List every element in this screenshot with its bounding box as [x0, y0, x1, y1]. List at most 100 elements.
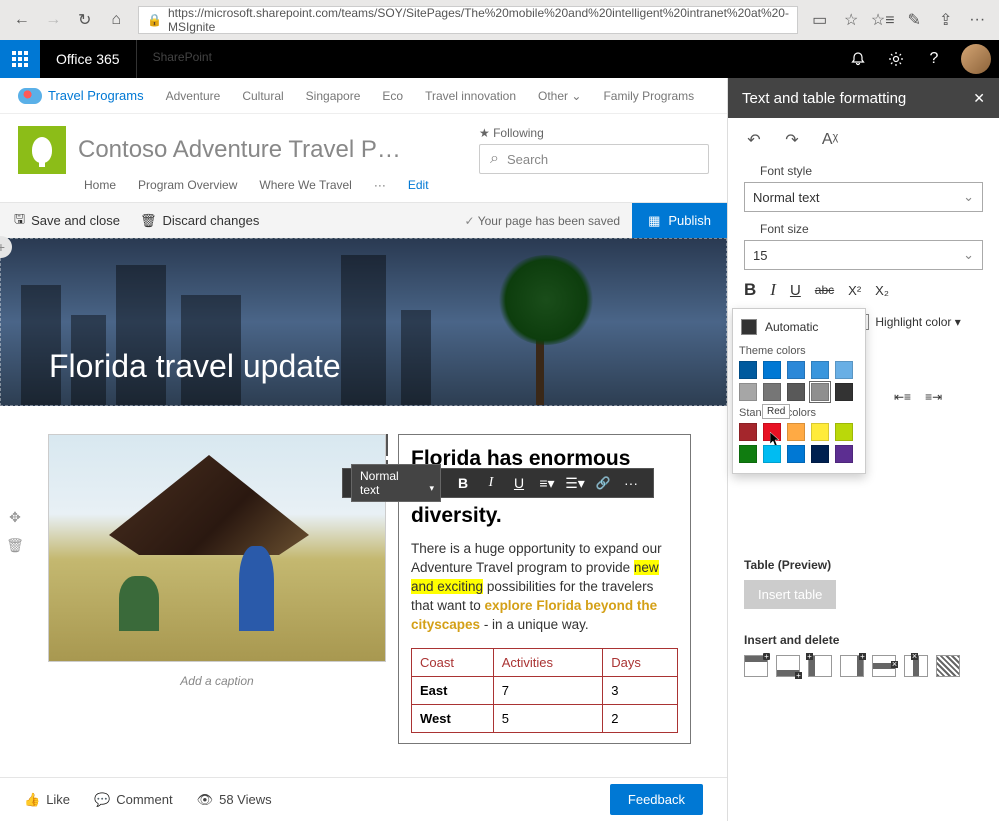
color-swatch[interactable]	[811, 383, 829, 401]
feedback-button[interactable]: Feedback	[610, 784, 703, 815]
favorites-list-icon[interactable]: ☆≡	[869, 6, 897, 34]
app-label[interactable]: SharePoint	[137, 50, 228, 64]
color-swatch[interactable]	[835, 423, 853, 441]
search-input[interactable]: Search	[479, 144, 709, 174]
table-cell[interactable]: 5	[493, 705, 603, 733]
strikethrough-toggle[interactable]: abc	[815, 283, 834, 297]
site-nav-item[interactable]: Where We Travel	[259, 178, 351, 192]
italic-button[interactable]: I	[477, 469, 505, 497]
increase-indent-button[interactable]: ≡⇥	[925, 390, 942, 404]
site-nav-more[interactable]: ···	[374, 178, 386, 192]
discard-changes-button[interactable]: 🗑Discard changes	[140, 213, 259, 229]
table-cell[interactable]: 2	[603, 705, 678, 733]
undo-button[interactable]: ↶	[744, 130, 764, 150]
insert-table-button[interactable]: Insert table	[744, 580, 836, 609]
settings-icon[interactable]	[877, 40, 915, 78]
hub-nav-item[interactable]: Family Programs	[603, 89, 694, 103]
user-avatar[interactable]	[961, 44, 991, 74]
underline-toggle[interactable]: U	[790, 282, 801, 299]
reading-view-icon[interactable]: ▭	[806, 6, 834, 34]
help-icon[interactable]: ?	[915, 40, 953, 78]
notifications-icon[interactable]	[839, 40, 877, 78]
color-swatch[interactable]: Red	[763, 423, 781, 441]
color-swatch[interactable]	[787, 423, 805, 441]
bold-toggle[interactable]: B	[744, 280, 756, 300]
table-cell[interactable]: 7	[493, 677, 603, 705]
automatic-color-option[interactable]: Automatic	[739, 315, 859, 339]
back-button[interactable]: ←	[8, 6, 36, 34]
table-header[interactable]: Days	[603, 649, 678, 677]
image-caption-input[interactable]: Add a caption	[48, 662, 386, 700]
article-table[interactable]: Coast Activities Days East 7 3 West 5 2	[411, 648, 678, 733]
paragraph-style-select[interactable]: Normal text	[351, 464, 441, 502]
color-swatch[interactable]	[811, 445, 829, 463]
hero-banner[interactable]: Florida travel update	[0, 238, 727, 406]
hub-brand[interactable]: Travel Programs	[18, 88, 144, 104]
forward-button[interactable]: →	[40, 6, 68, 34]
hub-nav-item[interactable]: Other ⌄	[538, 89, 581, 103]
home-button[interactable]: ⌂	[103, 6, 131, 34]
delete-row-button[interactable]	[872, 655, 896, 677]
color-swatch[interactable]	[739, 423, 757, 441]
color-swatch[interactable]	[763, 361, 781, 379]
site-logo[interactable]	[18, 126, 66, 174]
bold-button[interactable]: B	[449, 469, 477, 497]
underline-button[interactable]: U	[505, 469, 533, 497]
highlight-color-button[interactable]: Highlight color ▾	[875, 315, 960, 329]
color-swatch[interactable]	[739, 383, 757, 401]
color-swatch[interactable]	[787, 445, 805, 463]
table-cell[interactable]: East	[412, 677, 494, 705]
color-swatch[interactable]	[811, 361, 829, 379]
delete-section-icon[interactable]: 🗑	[6, 536, 24, 554]
align-button[interactable]: ≡▾	[533, 469, 561, 497]
insert-row-above-button[interactable]	[744, 655, 768, 677]
edit-nav-link[interactable]: Edit	[408, 178, 429, 192]
notes-icon[interactable]: ✎	[900, 6, 928, 34]
hub-nav-item[interactable]: Adventure	[166, 89, 221, 103]
font-size-select[interactable]: 15	[744, 240, 983, 270]
app-launcher[interactable]	[0, 40, 40, 78]
decrease-indent-button[interactable]: ⇤≡	[894, 390, 911, 404]
site-nav-item[interactable]: Program Overview	[138, 178, 237, 192]
delete-column-button[interactable]	[904, 655, 928, 677]
color-swatch[interactable]	[835, 361, 853, 379]
font-style-select[interactable]: Normal text	[744, 182, 983, 212]
table-cell[interactable]: 3	[603, 677, 678, 705]
site-title[interactable]: Contoso Adventure Travel P…	[78, 136, 401, 164]
insert-column-left-button[interactable]	[808, 655, 832, 677]
article-paragraph[interactable]: There is a huge opportunity to expand ou…	[411, 540, 678, 634]
link-button[interactable]: 🔗	[589, 469, 617, 497]
site-nav-item[interactable]: Home	[84, 178, 116, 192]
refresh-button[interactable]: ↻	[71, 6, 99, 34]
publish-button[interactable]: ▦Publish	[632, 203, 727, 239]
comment-button[interactable]: 💬Comment	[94, 792, 173, 808]
hub-nav-item[interactable]: Eco	[382, 89, 403, 103]
color-swatch[interactable]	[763, 445, 781, 463]
delete-table-button[interactable]	[936, 655, 960, 677]
color-swatch[interactable]	[787, 383, 805, 401]
share-icon[interactable]: ⇪	[932, 6, 960, 34]
image-webpart[interactable]	[48, 434, 386, 662]
color-swatch[interactable]	[739, 445, 757, 463]
hub-nav-item[interactable]: Cultural	[242, 89, 283, 103]
color-swatch[interactable]	[787, 361, 805, 379]
hub-nav-item[interactable]: Travel innovation	[425, 89, 516, 103]
suite-label[interactable]: Office 365	[40, 40, 137, 78]
move-section-icon[interactable]: ✥	[6, 508, 24, 526]
superscript-toggle[interactable]: X²	[848, 283, 861, 298]
color-swatch[interactable]	[835, 383, 853, 401]
italic-toggle[interactable]: I	[770, 280, 776, 300]
more-icon[interactable]: ···	[963, 6, 991, 34]
list-button[interactable]: ☰▾	[561, 469, 589, 497]
following-indicator[interactable]: Following	[479, 126, 709, 144]
color-swatch[interactable]	[739, 361, 757, 379]
color-swatch[interactable]	[811, 423, 829, 441]
toolbar-more-button[interactable]: ···	[617, 469, 645, 497]
table-header[interactable]: Coast	[412, 649, 494, 677]
favorite-icon[interactable]: ☆	[837, 6, 865, 34]
hub-nav-item[interactable]: Singapore	[306, 89, 361, 103]
color-swatch[interactable]	[763, 383, 781, 401]
like-button[interactable]: 👍Like	[24, 792, 70, 808]
address-bar[interactable]: 🔒 https://microsoft.sharepoint.com/teams…	[138, 6, 798, 34]
table-cell[interactable]: West	[412, 705, 494, 733]
